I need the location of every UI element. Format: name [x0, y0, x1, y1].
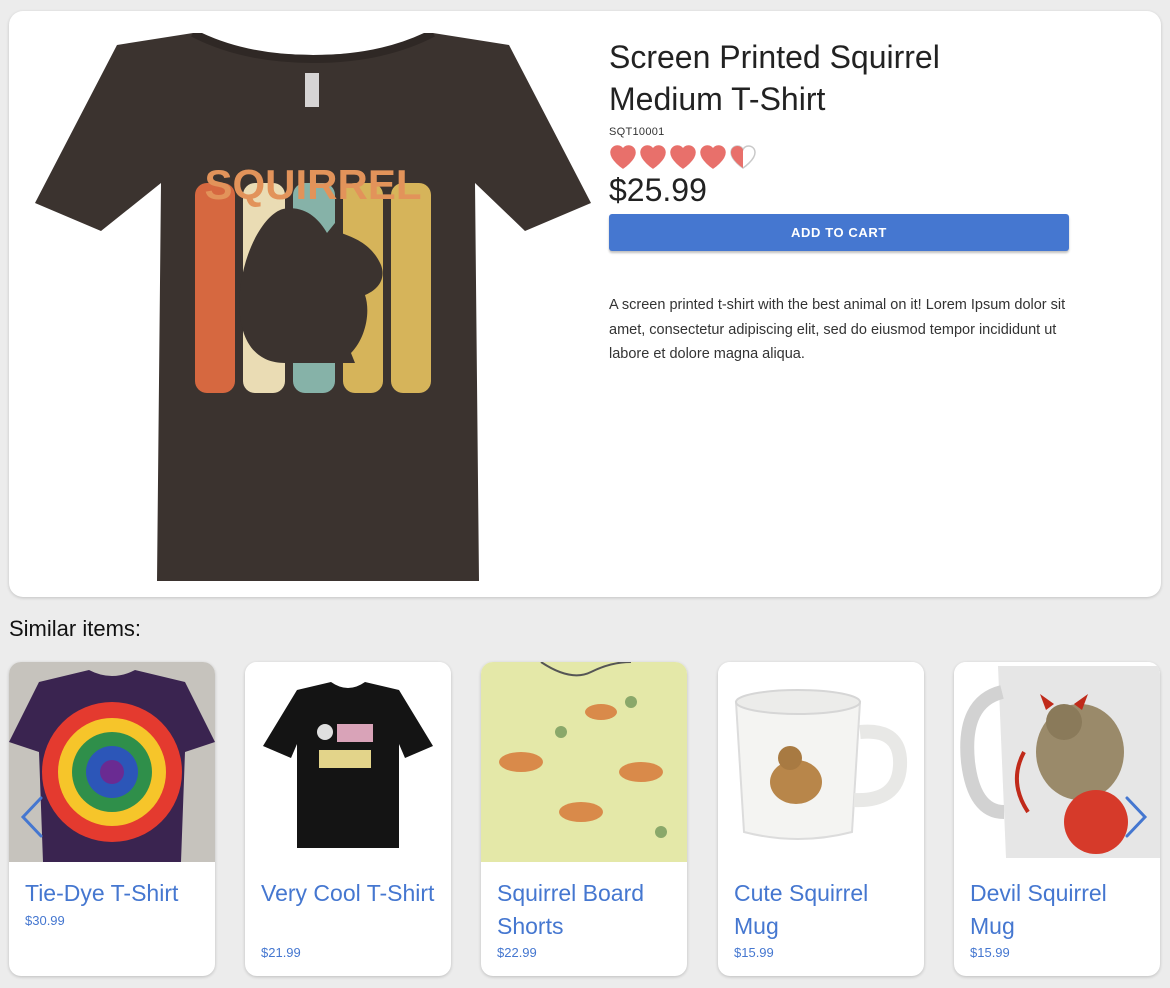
product-title-line1: Screen Printed Squirrel [609, 39, 940, 75]
shirt-print-text: SQUIRREL [204, 161, 421, 208]
heart-icon [670, 145, 696, 169]
product-sku: SQT10001 [609, 126, 665, 138]
similar-item-card[interactable]: Cute Squirrel Mug $15.99 [718, 662, 924, 976]
similar-item-name[interactable]: Squirrel Board Shorts [497, 877, 677, 943]
heart-icon [640, 145, 666, 169]
similar-item-price: $30.99 [25, 913, 65, 928]
add-to-cart-button[interactable]: ADD TO CART [609, 214, 1069, 251]
similar-items-carousel: Tie-Dye T-Shirt $30.99 Very Cool T-Shirt… [9, 662, 1161, 976]
similar-item-name[interactable]: Very Cool T-Shirt [261, 877, 441, 910]
similar-item-price: $15.99 [970, 945, 1010, 960]
board-shorts-image [481, 662, 687, 862]
product-title-line2: Medium T-Shirt [609, 81, 826, 117]
heart-icon [700, 145, 726, 169]
similar-item-card[interactable]: Squirrel Board Shorts $22.99 [481, 662, 687, 976]
product-description: A screen printed t-shirt with the best a… [609, 297, 1066, 362]
product-card: SQUIRREL Screen Printed Squirrel Medium … [9, 11, 1161, 597]
chevron-left-icon [20, 796, 43, 838]
carousel-next-button[interactable] [1121, 792, 1151, 842]
rating-hearts [609, 144, 1079, 170]
similar-item-price: $22.99 [497, 945, 537, 960]
product-title: Screen Printed Squirrel Medium T-Shirt [609, 36, 1079, 120]
product-price: $25.99 [609, 172, 707, 208]
similar-item-price: $21.99 [261, 945, 301, 960]
product-image: SQUIRREL [35, 33, 591, 581]
similar-item-card[interactable]: Very Cool T-Shirt $21.99 [245, 662, 451, 976]
similar-item-name[interactable]: Tie-Dye T-Shirt [25, 877, 205, 910]
product-info: Screen Printed Squirrel Medium T-Shirt S… [609, 36, 1079, 367]
similar-items-heading: Similar items: [9, 616, 142, 641]
similar-item-name[interactable]: Cute Squirrel Mug [734, 877, 914, 943]
cute-squirrel-mug-image [718, 662, 924, 862]
carousel-prev-button[interactable] [17, 792, 47, 842]
heart-icon [730, 145, 756, 169]
similar-item-price: $15.99 [734, 945, 774, 960]
heart-icon [610, 145, 636, 169]
very-cool-shirt-image [245, 662, 451, 862]
similar-item-name[interactable]: Devil Squirrel Mug [970, 877, 1150, 943]
chevron-right-icon [1125, 796, 1148, 838]
